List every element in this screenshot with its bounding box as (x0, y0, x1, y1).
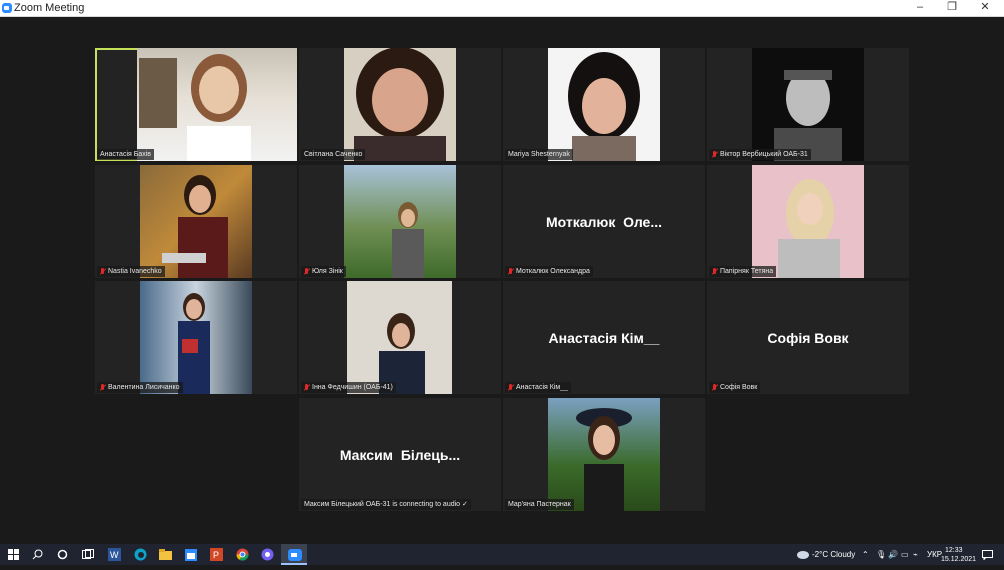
muted-mic-icon (712, 383, 718, 392)
participant-silhouette (178, 293, 210, 394)
video-tile[interactable]: Папірняк Тетяна (707, 165, 909, 278)
windows-taskbar: W P -2°C Cloudy ⌃ 🎙 🔊 ▭ ⌁ УКР 12:33 15.1… (0, 544, 1004, 565)
participant-silhouette (568, 52, 640, 161)
word-icon[interactable]: W (107, 547, 122, 562)
powerpoint-icon[interactable]: P (209, 547, 224, 562)
restore-button[interactable]: ❐ (937, 0, 967, 16)
network-icon[interactable]: ⌁ (913, 544, 918, 565)
zoom-icon[interactable] (287, 547, 302, 562)
muted-mic-icon (100, 383, 106, 392)
video-tile[interactable]: Софія Вовк Софія Вовк (707, 281, 909, 394)
zoom-app-icon (2, 3, 12, 13)
video-tile[interactable]: Максим Білець... Максим Білецький ОАБ-31… (299, 398, 501, 511)
volume-icon[interactable]: 🔊 (888, 544, 898, 565)
participant-video (137, 48, 297, 161)
participant-name-tag: Світлана Саченко (301, 149, 366, 160)
windows-start-icon[interactable] (6, 547, 21, 562)
participant-display-name: Софія Вовк (767, 329, 849, 346)
weather-text[interactable]: -2°C Cloudy (812, 544, 855, 565)
video-tile[interactable]: Анастасія Кім__ Анастасія Кім__ (503, 281, 705, 394)
file-explorer-icon[interactable] (158, 547, 173, 562)
show-hidden-icons-icon[interactable]: ⌃ (862, 544, 869, 565)
language-indicator[interactable]: УКР (927, 544, 942, 565)
participant-name-tag: Папірняк Тетяна (709, 266, 777, 277)
participant-silhouette (379, 313, 425, 394)
muted-mic-icon (508, 267, 514, 276)
participant-name-tag: Інна Федчишин (ОАБ-41) (301, 382, 396, 393)
close-button[interactable]: ✕ (970, 0, 1000, 16)
participant-video (344, 48, 456, 161)
svg-text:W: W (110, 550, 119, 560)
svg-text:P: P (213, 550, 219, 560)
cortana-icon[interactable] (55, 547, 70, 562)
video-tile[interactable]: Мар'яна Пастернак (503, 398, 705, 511)
chrome-icon[interactable] (235, 547, 250, 562)
video-tile[interactable]: Інна Федчишин (ОАБ-41) (299, 281, 501, 394)
participant-video (347, 281, 452, 394)
muted-mic-icon (712, 267, 718, 276)
participant-video (752, 165, 864, 278)
window-title: Zoom Meeting (14, 2, 85, 14)
muted-mic-icon (712, 150, 718, 159)
participant-name-tag: Мар'яна Пастернак (505, 499, 574, 510)
microphone-icon[interactable]: 🎙 (876, 544, 886, 565)
participant-display-name: Моткалюк Оле... (545, 213, 663, 230)
participant-video (344, 165, 456, 278)
gallery-view: Анастасія Бахів Світлана Саченко Mariya … (0, 17, 1004, 544)
participant-display-name: Максим Білець... (339, 446, 461, 463)
participant-name-tag: Nastia Ivanechko (97, 266, 165, 277)
participant-name-tag: Юля Зінік (301, 266, 346, 277)
muted-mic-icon (508, 383, 514, 392)
muted-mic-icon (304, 383, 310, 392)
participant-silhouette (774, 70, 842, 161)
participant-video (752, 48, 864, 161)
participant-display-name: Анастасія Кім__ (548, 329, 660, 346)
muted-mic-icon (100, 267, 106, 276)
search-icon[interactable] (30, 547, 45, 562)
participant-name-tag: Віктор Вербицький ОАБ-31 (709, 149, 811, 160)
muted-mic-icon (304, 267, 310, 276)
viber-icon[interactable] (260, 547, 275, 562)
participant-name-tag: Валентина Лисичанко (97, 382, 183, 393)
participant-name-tag: Максим Білецький ОАБ-31 is connecting to… (301, 499, 471, 510)
minimize-button[interactable]: – (905, 0, 935, 16)
participant-name-tag: Анастасія Кім__ (505, 382, 571, 393)
battery-icon[interactable]: ▭ (901, 544, 909, 565)
edge-icon[interactable] (133, 547, 148, 562)
participant-video (548, 398, 660, 511)
task-view-icon[interactable] (80, 547, 95, 562)
participant-silhouette (162, 175, 228, 278)
video-tile[interactable]: Nastia Ivanechko (95, 165, 297, 278)
notifications-icon[interactable] (982, 544, 993, 565)
participant-name-tag: Моткалюк Олександра (505, 266, 593, 277)
participant-video (140, 281, 252, 394)
video-tile[interactable]: Анастасія Бахів (95, 48, 297, 161)
clock-date[interactable]: 15.12.2021 (941, 549, 976, 570)
weather-icon[interactable] (797, 544, 809, 565)
participant-name-tag: Анастасія Бахів (97, 149, 154, 160)
video-tile[interactable]: Mariya Shesternyak (503, 48, 705, 161)
participant-silhouette (139, 54, 251, 161)
video-tile[interactable]: Моткалюк Оле... Моткалюк Олександра (503, 165, 705, 278)
participant-silhouette (778, 179, 840, 278)
participant-silhouette (392, 202, 424, 278)
participant-name-tag: Софія Вовк (709, 382, 761, 393)
participant-video (548, 48, 660, 161)
participant-silhouette (576, 408, 632, 511)
calendar-icon[interactable] (183, 547, 198, 562)
participant-video (140, 165, 252, 278)
video-tile[interactable]: Юля Зінік (299, 165, 501, 278)
participant-silhouette (354, 48, 446, 161)
video-tile[interactable]: Віктор Вербицький ОАБ-31 (707, 48, 909, 161)
video-tile[interactable]: Валентина Лисичанко (95, 281, 297, 394)
title-bar: Zoom Meeting – ❐ ✕ (0, 0, 1004, 17)
participant-name-tag: Mariya Shesternyak (505, 149, 573, 160)
video-tile[interactable]: Світлана Саченко (299, 48, 501, 161)
